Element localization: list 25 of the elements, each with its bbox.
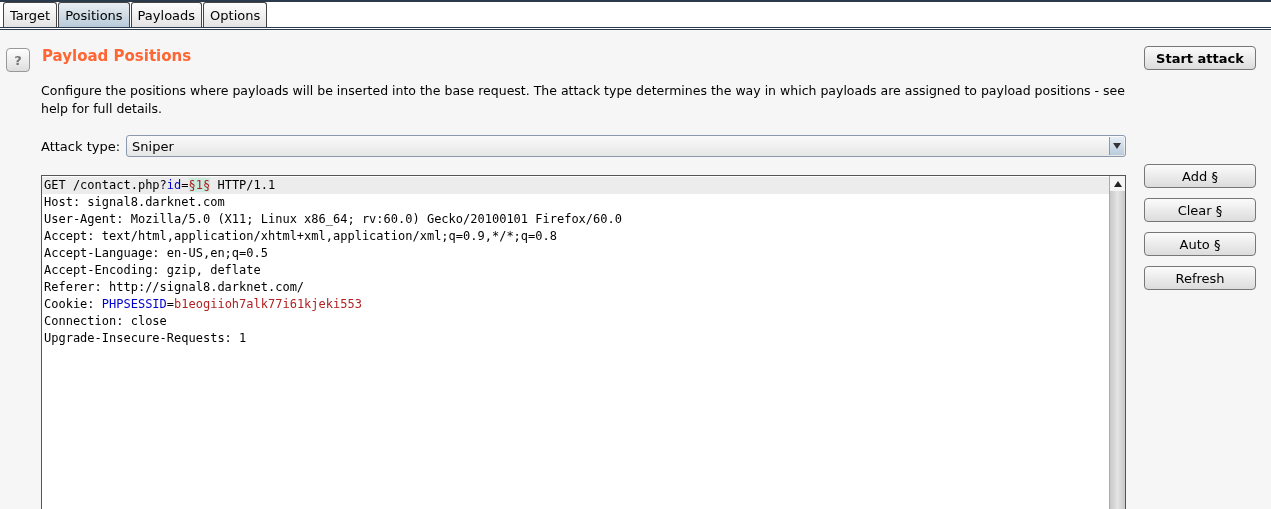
request-line: Referer: http://signal8.darknet.com/: [43, 279, 306, 296]
request-line: Host: signal8.darknet.com: [43, 194, 226, 211]
side-button[interactable]: Auto §: [1144, 232, 1256, 256]
request-line: User-Agent: Mozilla/5.0 (X11; Linux x86_64; rv:60.0) Gecko/20100101 Firefox/60.0: [43, 211, 623, 228]
tab[interactable]: Target: [3, 2, 58, 27]
request-line: Accept: text/html,application/xhtml+xml,application/xml;q=0.9,*/*;q=0.8: [43, 228, 558, 245]
side-button[interactable]: Refresh: [1144, 266, 1256, 290]
description-text: Configure the positions where payloads will be inserted into the base request. The attack type determines the way in which payloads are assigned to payload positions - see help for full details.: [41, 82, 1126, 118]
scroll-up-icon[interactable]: [1110, 176, 1125, 191]
request-editor[interactable]: [41, 175, 1126, 509]
tab[interactable]: Options: [203, 2, 268, 27]
attack-type-dropdown[interactable]: Sniper: [126, 135, 1126, 157]
side-button[interactable]: Add §: [1144, 164, 1256, 188]
request-line: Cookie: PHPSESSID=b1eogiioh7alk77i61kjeki553: [43, 296, 363, 313]
tab[interactable]: Positions: [58, 2, 130, 27]
request-line: Connection: close: [43, 313, 168, 330]
tab[interactable]: Payloads: [130, 2, 203, 27]
request-line: Accept-Encoding: gzip, deflate: [43, 262, 262, 279]
request-line: Accept-Language: en-US,en;q=0.5: [43, 245, 269, 262]
section-title: Payload Positions: [42, 47, 192, 65]
request-line: Upgrade-Insecure-Requests: 1: [43, 330, 248, 347]
attack-type-label: Attack type:: [41, 138, 121, 154]
start-attack-button[interactable]: Start attack: [1144, 46, 1256, 70]
side-button[interactable]: Clear §: [1144, 198, 1256, 222]
help-button[interactable]: ?: [6, 48, 30, 72]
